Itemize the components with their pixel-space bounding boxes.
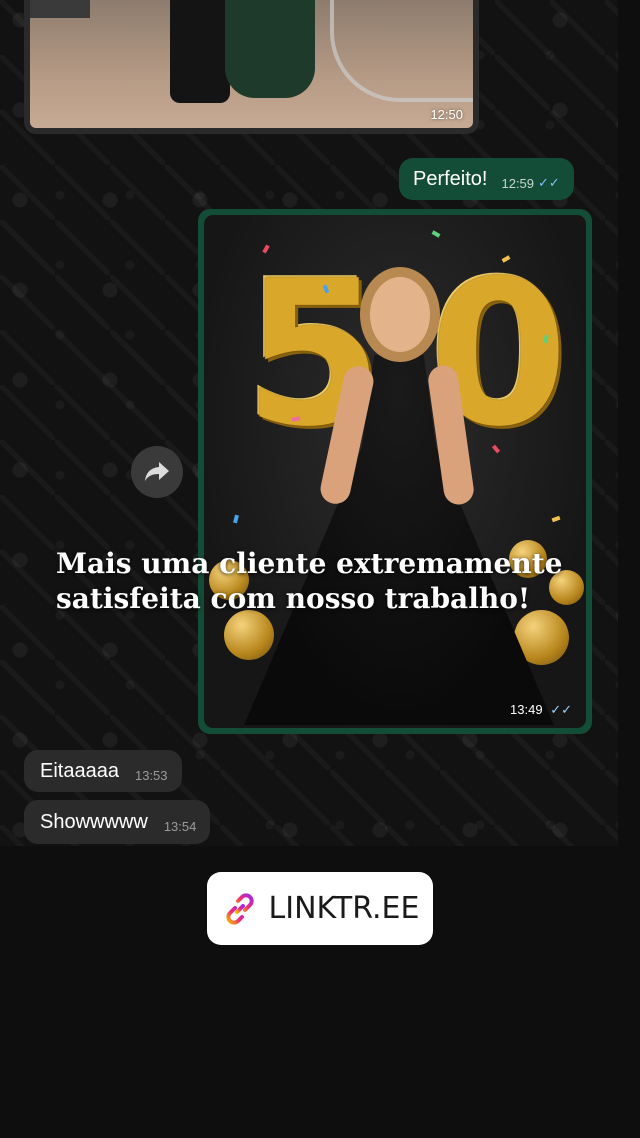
woman-head [370,277,430,352]
message-text: Eitaaaaa [40,759,119,782]
message-time: 13:54 [163,818,197,834]
link-label: LINKTR.EE [268,891,420,926]
message-time: 13:53 [134,767,168,783]
gold-balloon [224,610,274,660]
message-time-wrapper: 13:49 ✓✓ [510,702,572,718]
message-text: Showwwww [40,810,148,833]
confetti [551,515,561,523]
message-bubble-in[interactable]: Showwwww 13:54 [24,800,211,844]
photo-chair [330,0,473,102]
message-time: 12:59 [501,175,535,191]
double-check-icon: ✓✓ [538,175,560,190]
double-check-icon: ✓✓ [550,702,572,717]
chat-area[interactable]: 12:50 Perfeito! 12:59 ✓✓ 5 0 13:49 ✓✓ Ei… [0,0,618,846]
photo-image: 5 0 13:49 ✓✓ [204,215,586,728]
forward-arrow-icon [145,462,169,481]
photo-person [170,0,230,103]
photo-image [30,0,473,128]
photo-message-main[interactable]: 5 0 13:49 ✓✓ [198,209,592,734]
photo-detail [30,0,90,18]
photo-message-top[interactable]: 12:50 [24,0,479,134]
message-text: Perfeito! [413,167,488,190]
link-sticker[interactable]: LINKTR.EE [207,872,433,945]
forward-button[interactable] [131,446,183,498]
message-bubble-out[interactable]: Perfeito! 12:59 ✓✓ [399,158,574,200]
confetti [233,514,239,524]
caption-line: Mais uma cliente extremamente [56,547,563,580]
message-bubble-in[interactable]: Eitaaaaa 13:53 [24,750,182,792]
confetti [431,230,441,238]
link-icon [225,892,254,925]
message-time: 12:50 [430,107,463,122]
caption-line: satisfeita com nosso trabalho! [56,582,531,615]
story-caption: Mais uma cliente extremamente satisfeita… [56,546,616,616]
message-time: 13:49 [510,702,543,717]
photo-person [225,0,315,98]
